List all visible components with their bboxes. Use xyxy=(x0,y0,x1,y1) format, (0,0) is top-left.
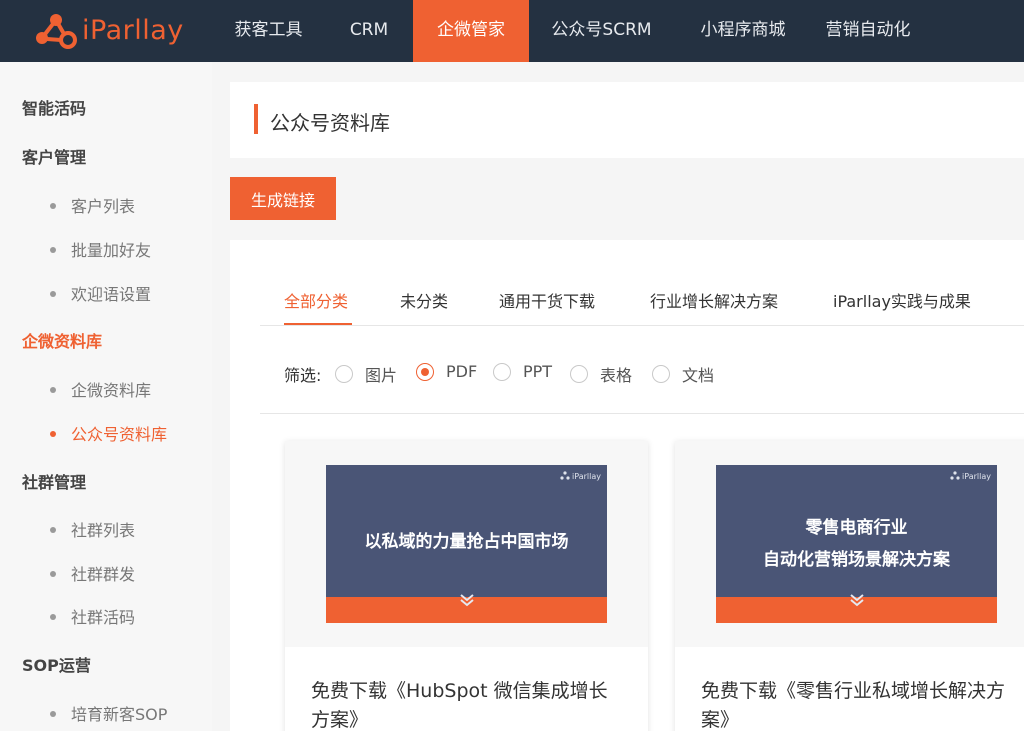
card-cover-area: iParllay 以私域的力量抢占中国市场 xyxy=(285,441,648,647)
filter-radio-document[interactable]: 文档 xyxy=(652,362,714,386)
radio-circle-icon xyxy=(335,365,353,383)
sidebar-item-label: 批量加好友 xyxy=(71,241,152,260)
bullet-icon xyxy=(50,614,56,620)
generate-link-button[interactable]: 生成链接 xyxy=(230,177,336,220)
sidebar-item-community-list[interactable]: 社群列表 xyxy=(50,517,135,541)
sidebar-item-label: 社群群发 xyxy=(71,565,136,584)
sidebar-group-sop[interactable]: SOP运营 xyxy=(22,652,91,676)
sidebar-item-label: 社群列表 xyxy=(71,521,136,540)
logo-text: iParllay xyxy=(82,14,184,46)
cover-brand: iParllay xyxy=(560,471,601,481)
nav-item-marketing-automation[interactable]: 营销自动化 xyxy=(812,0,924,62)
sidebar-item-label: 培育新客SOP xyxy=(71,705,168,724)
sidebar-item-label: 公众号资料库 xyxy=(71,425,168,444)
bullet-icon xyxy=(50,431,56,437)
card-cover-image: iParllay 零售电商行业 自动化营销场景解决方案 xyxy=(716,465,997,623)
bullet-icon xyxy=(50,711,56,717)
tabs-divider xyxy=(260,325,1024,326)
radio-label: PDF xyxy=(446,362,478,381)
sidebar-item-wecom-library[interactable]: 企微资料库 xyxy=(50,377,151,401)
tab-general-downloads[interactable]: 通用干货下载 xyxy=(499,288,595,312)
brand-mark-icon xyxy=(950,471,960,480)
radio-circle-icon xyxy=(493,362,511,381)
radio-label: 图片 xyxy=(365,366,398,385)
filter-radio-image[interactable]: 图片 xyxy=(335,362,397,386)
tab-all-categories[interactable]: 全部分类 xyxy=(284,288,348,312)
sidebar-item-mp-library[interactable]: 公众号资料库 xyxy=(50,421,167,445)
logo-icon xyxy=(36,14,77,49)
sidebar-item-nurture-sop[interactable]: 培育新客SOP xyxy=(50,701,167,725)
card-title: 免费下载《零售行业私域增长解决方案》 xyxy=(701,680,1006,731)
sidebar-item-label: 欢迎语设置 xyxy=(71,285,152,304)
top-navigation-bar: iParllay 获客工具 CRM 企微管家 公众号SCRM 小程序商城 营销自… xyxy=(0,0,1024,62)
card-cover-image: iParllay 以私域的力量抢占中国市场 xyxy=(326,465,607,623)
resource-card[interactable]: iParllay 以私域的力量抢占中国市场 免费下载《HubSpot 微信集成增… xyxy=(285,441,648,731)
nav-item-wecom-manager[interactable]: 企微管家 xyxy=(413,0,529,62)
radio-label: PPT xyxy=(523,362,553,381)
tab-iparllay-practice[interactable]: iParllay实践与成果 xyxy=(833,288,971,312)
sidebar-item-batch-add[interactable]: 批量加好友 xyxy=(50,237,151,261)
title-accent-bar xyxy=(254,104,258,134)
resource-card[interactable]: iParllay 零售电商行业 自动化营销场景解决方案 免费下载《零售行业私域增… xyxy=(675,441,1024,731)
sidebar-item-label: 客户列表 xyxy=(71,197,136,216)
filter-radio-ppt[interactable]: PPT xyxy=(493,362,552,381)
cover-text-line: 自动化营销场景解决方案 xyxy=(763,550,950,570)
nav-item-crm[interactable]: CRM xyxy=(325,0,413,62)
bullet-icon xyxy=(50,571,56,577)
sidebar-group-community[interactable]: 社群管理 xyxy=(22,469,86,493)
bullet-icon xyxy=(50,203,56,209)
page-title: 公众号资料库 xyxy=(270,111,390,135)
filter-divider xyxy=(260,413,1024,414)
bullet-icon xyxy=(50,527,56,533)
sidebar-item-label: 企微资料库 xyxy=(71,381,152,400)
nav-item-lead-tools[interactable]: 获客工具 xyxy=(212,0,325,62)
filter-radio-pdf[interactable]: PDF xyxy=(416,362,477,381)
sidebar-group-smart-qr[interactable]: 智能活码 xyxy=(22,95,86,119)
radio-circle-checked-icon xyxy=(416,362,434,381)
nav-item-mini-program-mall[interactable]: 小程序商城 xyxy=(674,0,812,62)
bullet-icon xyxy=(50,387,56,393)
sidebar-item-community-broadcast[interactable]: 社群群发 xyxy=(50,561,135,585)
sidebar-group-library[interactable]: 企微资料库 xyxy=(22,328,102,352)
chevron-down-icon xyxy=(849,594,864,607)
sidebar-item-welcome[interactable]: 欢迎语设置 xyxy=(50,281,151,305)
sidebar-item-community-qr[interactable]: 社群活码 xyxy=(50,604,135,628)
bullet-icon xyxy=(50,291,56,297)
radio-label: 文档 xyxy=(682,366,715,385)
sidebar-item-label: 社群活码 xyxy=(71,608,136,627)
radio-label: 表格 xyxy=(600,366,633,385)
main-nav: 获客工具 CRM 企微管家 公众号SCRM 小程序商城 营销自动化 xyxy=(212,0,924,62)
bullet-icon xyxy=(50,247,56,253)
cover-brand: iParllay xyxy=(950,471,991,481)
radio-circle-icon xyxy=(570,365,588,383)
radio-circle-icon xyxy=(652,365,670,383)
sidebar-item-customer-list[interactable]: 客户列表 xyxy=(50,193,135,217)
card-title: 免费下载《HubSpot 微信集成增长方案》 xyxy=(311,680,608,731)
brand-mark-icon xyxy=(560,471,570,480)
chevron-down-icon xyxy=(459,594,474,607)
filter-label: 筛选: xyxy=(284,366,322,385)
sidebar-group-customer[interactable]: 客户管理 xyxy=(22,144,86,168)
logo[interactable]: iParllay xyxy=(34,8,184,52)
tab-uncategorized[interactable]: 未分类 xyxy=(400,288,448,312)
filter-radio-spreadsheet[interactable]: 表格 xyxy=(570,362,632,386)
cover-text-line: 零售电商行业 xyxy=(805,518,908,538)
nav-item-mp-scrm[interactable]: 公众号SCRM xyxy=(529,0,674,62)
card-cover-area: iParllay 零售电商行业 自动化营销场景解决方案 xyxy=(675,441,1024,647)
tab-industry-solutions[interactable]: 行业增长解决方案 xyxy=(650,288,778,312)
cover-text-line: 以私域的力量抢占中国市场 xyxy=(364,532,569,552)
active-tab-indicator xyxy=(284,323,352,325)
